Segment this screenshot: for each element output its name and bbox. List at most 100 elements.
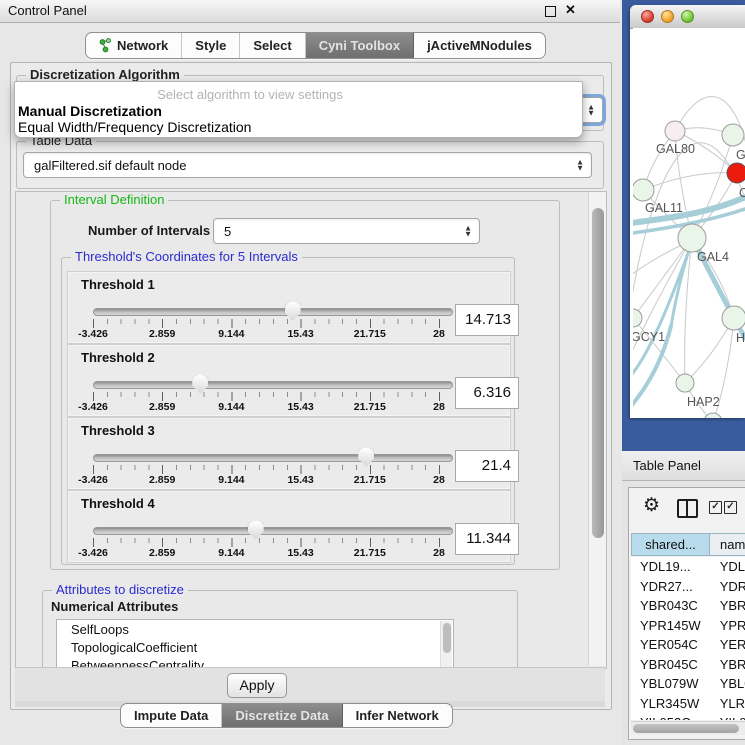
network-node-gal11[interactable] (633, 179, 654, 201)
app-root: Control Panel ✕ Network Style Select (0, 0, 745, 745)
threshold-1-slider-track[interactable] (93, 308, 453, 316)
threshold-2-value-field[interactable]: 6.316 (455, 377, 519, 409)
tab-impute-data[interactable]: Impute Data (121, 704, 222, 727)
cell-name[interactable]: YDR27... (708, 577, 745, 597)
table-data-combobox[interactable]: galFiltered.sif default node ▲▼ (23, 152, 592, 178)
table-row[interactable]: YLR345WYLR345W (631, 694, 745, 714)
column-header-shared-name[interactable]: shared... (631, 533, 710, 556)
cell-shared-name[interactable]: YDL19... (631, 557, 708, 577)
scrollbar-thumb[interactable] (443, 623, 451, 653)
float-window-icon[interactable] (545, 6, 556, 17)
cell-name[interactable]: YDL19... (708, 557, 745, 577)
window-minimize-icon[interactable] (661, 10, 674, 23)
cell-name[interactable]: YBR045C (708, 655, 745, 675)
network-node-gal80[interactable] (665, 121, 685, 141)
threshold-4-label: Threshold 4 (81, 496, 155, 511)
slider-tick-label: 2.859 (149, 547, 175, 559)
apply-button[interactable]: Apply (227, 673, 287, 698)
tab-cyni-toolbox-label: Cyni Toolbox (319, 38, 400, 53)
cell-name[interactable]: YER054C (708, 635, 745, 655)
cell-shared-name[interactable]: YLR345W (631, 694, 708, 714)
slider-ticks-major (93, 392, 440, 401)
table-row[interactable]: YER054CYER054C (631, 635, 745, 655)
select-none-checkbox-icon[interactable]: ✓ (724, 501, 737, 514)
cell-name[interactable]: YBL079W (708, 674, 745, 694)
algorithm-option-manual[interactable]: Manual Discretization (18, 103, 162, 119)
cell-shared-name[interactable]: YPR145W (631, 616, 708, 636)
cell-shared-name[interactable]: YER054C (631, 635, 708, 655)
cell-shared-name[interactable]: YIL052C (631, 713, 708, 720)
tab-network[interactable]: Network (86, 33, 182, 58)
attribute-item[interactable]: SelfLoops (57, 620, 453, 638)
settings-vertical-scrollbar[interactable] (588, 192, 606, 666)
scrollbar-thumb[interactable] (592, 208, 604, 538)
tab-jactivemnodules[interactable]: jActiveMNodules (414, 33, 545, 58)
cell-shared-name[interactable]: YBR043C (631, 596, 708, 616)
table-horizontal-scrollbar[interactable] (631, 721, 745, 735)
gear-icon[interactable]: ⚙ (643, 494, 660, 517)
slider-tick-label: 21.715 (354, 474, 386, 486)
network-node-gcy1[interactable] (633, 309, 642, 327)
tab-infer-network[interactable]: Infer Network (343, 704, 452, 727)
slider-tick-label: 9.144 (218, 401, 244, 413)
table-row[interactable]: YBR045CYBR045C (631, 655, 745, 675)
table-row[interactable]: YPR145WYPR145W (631, 616, 745, 636)
slider-tick-label: 15.43 (287, 328, 313, 340)
network-node-gal4[interactable] (678, 224, 706, 252)
cell-shared-name[interactable]: YDR27... (631, 577, 708, 597)
table-row[interactable]: YDR27...YDR27... (631, 577, 745, 597)
thresholds-group-title: Threshold's Coordinates for 5 Intervals (71, 249, 302, 264)
number-of-intervals-combobox[interactable]: 5 ▲▼ (213, 218, 480, 244)
cell-shared-name[interactable]: YBL079W (631, 674, 708, 694)
network-node-h[interactable] (722, 306, 745, 330)
algorithm-option-equal-width[interactable]: Equal Width/Frequency Discretization (18, 119, 251, 135)
number-of-intervals-label: Number of Intervals (88, 223, 210, 238)
window-zoom-icon[interactable] (681, 10, 694, 23)
column-header-name[interactable]: name (710, 533, 745, 556)
table-row[interactable]: YBR043CYBR043C (631, 596, 745, 616)
control-panel-title: Control Panel (8, 3, 87, 18)
attribute-item[interactable]: TopologicalCoefficient (57, 638, 453, 656)
table-row[interactable]: YIL052CYIL052C (631, 713, 745, 720)
cell-name[interactable]: YLR345W (708, 694, 745, 714)
select-all-checkbox-icon[interactable]: ✓ (709, 501, 722, 514)
threshold-2-slider-track[interactable] (93, 381, 453, 389)
control-panel: Control Panel ✕ Network Style Select (0, 0, 620, 745)
slider-tick-label: 2.859 (149, 474, 175, 486)
tab-select[interactable]: Select (240, 33, 305, 58)
network-node-ga[interactable] (722, 124, 744, 146)
attributes-list-scrollbar[interactable] (440, 621, 452, 669)
slider-tick-label: -3.426 (78, 328, 108, 340)
close-icon[interactable]: ✕ (565, 2, 576, 18)
tab-cyni-toolbox[interactable]: Cyni Toolbox (306, 33, 414, 58)
threshold-4-value-field[interactable]: 11.344 (455, 523, 519, 555)
slider-tick-label: 28 (433, 328, 445, 340)
threshold-4-slider-track[interactable] (93, 527, 453, 535)
numerical-attributes-list: SelfLoopsTopologicalCoefficientBetweenne… (56, 619, 454, 669)
cell-name[interactable]: YPR145W (708, 616, 745, 636)
threshold-3-slider-track[interactable] (93, 454, 453, 462)
network-window-titlebar[interactable] (630, 5, 745, 29)
tab-discretize-data[interactable]: Discretize Data (222, 704, 342, 727)
table-row[interactable]: YDL19...YDL19... (631, 557, 745, 577)
cell-name[interactable]: YBR043C (708, 596, 745, 616)
tab-style[interactable]: Style (182, 33, 240, 58)
threshold-3-value-field[interactable]: 21.4 (455, 450, 519, 482)
tab-network-label: Network (117, 38, 168, 53)
slider-tick-label: 28 (433, 401, 445, 413)
tab-impute-data-label: Impute Data (134, 708, 208, 723)
cell-shared-name[interactable]: YBR045C (631, 655, 708, 675)
network-node-hap2[interactable] (676, 374, 694, 392)
window-close-icon[interactable] (641, 10, 654, 23)
network-edge[interactable] (633, 240, 693, 380)
network-canvas[interactable]: GAL80GACGAL11GAL4GCY1HHAP2 (633, 28, 745, 418)
table-row[interactable]: YBL079WYBL079W (631, 674, 745, 694)
network-node-c[interactable] (727, 163, 745, 183)
scrollbar-thumb[interactable] (633, 724, 739, 733)
cell-name[interactable]: YIL052C (708, 713, 745, 720)
threshold-1-value-field[interactable]: 14.713 (455, 304, 519, 336)
slider-scale: -3.4262.8599.14415.4321.71528 (93, 401, 439, 413)
network-node[interactable] (704, 413, 722, 418)
network-edge[interactable] (643, 173, 737, 190)
columns-icon[interactable] (677, 499, 698, 518)
